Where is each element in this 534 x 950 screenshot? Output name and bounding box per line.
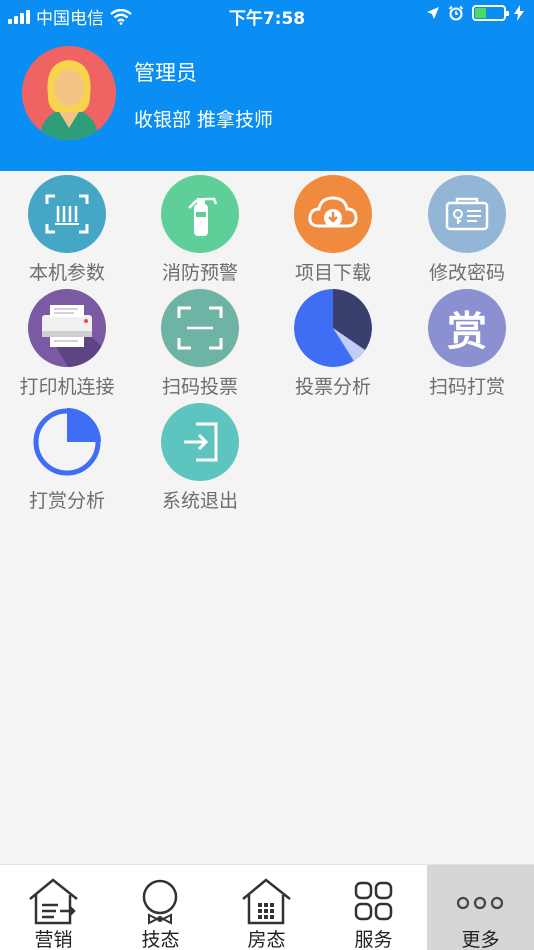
menu-item-label: 系统退出 (161, 490, 238, 512)
user-avatar-icon (22, 46, 116, 140)
menu-item-vote-analysis[interactable]: 投票分析 (266, 286, 400, 400)
menu-item-label: 打赏分析 (28, 490, 105, 512)
tab-label: 房态 (247, 929, 286, 950)
menu-item-label: 本机参数 (28, 262, 105, 284)
user-name: 管理员 (134, 61, 197, 85)
menu-item-label: 消防预警 (161, 262, 238, 284)
tab-label: 技态 (141, 929, 180, 950)
menu-item-label: 扫码投票 (161, 376, 238, 398)
menu-item-project-download[interactable]: 项目下载 (266, 172, 400, 286)
menu-item-device-params[interactable]: 本机参数 (0, 172, 134, 286)
status-bar: 中国电信 下午7:58 (0, 0, 534, 30)
tab-more[interactable]: 更多 (427, 865, 534, 950)
menu-item-system-exit[interactable]: 系统退出 (133, 400, 267, 514)
house-grid-icon (242, 878, 291, 925)
reward-glyph: 赏 (447, 309, 487, 355)
alarm-clock-icon (448, 5, 464, 21)
menu-item-fire-warning[interactable]: 消防预警 (133, 172, 267, 286)
charging-bolt-icon (514, 5, 524, 21)
tab-label: 营销 (34, 929, 73, 950)
menu-item-label: 打印机连接 (19, 376, 115, 398)
tab-marketing[interactable]: 营销 (0, 865, 107, 950)
battery-icon (472, 5, 509, 21)
scan-qr-icon (161, 289, 239, 367)
avatar[interactable] (22, 46, 116, 140)
house-list-icon (29, 878, 78, 925)
menu-item-label: 投票分析 (294, 376, 371, 398)
cloud-download-icon (294, 175, 372, 253)
location-arrow-icon (427, 7, 439, 19)
menu-item-change-password[interactable]: 修改密码 (400, 172, 534, 286)
tab-label: 服务 (354, 929, 393, 950)
status-right (426, 5, 524, 21)
menu-item-label: 修改密码 (428, 262, 505, 284)
bowtie-person-icon (142, 879, 178, 925)
scan-frame-icon (28, 175, 106, 253)
menu-item-scan-reward[interactable]: 赏 扫码打赏 (400, 286, 534, 400)
pie-chart-icon (294, 289, 372, 367)
tab-service[interactable]: 服务 (320, 865, 427, 950)
logout-icon (161, 403, 239, 481)
menu-item-scan-vote[interactable]: 扫码投票 (133, 286, 267, 400)
menu-item-reward-analysis[interactable]: 打赏分析 (0, 400, 134, 514)
more-dots-icon (456, 896, 504, 910)
progress-ring-icon (28, 403, 106, 481)
menu-item-label: 项目下载 (294, 262, 371, 284)
key-card-icon (428, 175, 506, 253)
tab-tech-status[interactable]: 技态 (107, 865, 214, 950)
profile-header: 管理员 收银部 推拿技师 (0, 30, 534, 171)
menu-item-label: 扫码打赏 (428, 376, 505, 398)
apps-grid-icon (354, 881, 393, 921)
tab-label: 更多 (461, 929, 500, 950)
tab-room-status[interactable]: 房态 (213, 865, 320, 950)
tab-bar: 营销 技态 房态 服务 更多 (0, 864, 534, 950)
menu-item-printer-connect[interactable]: 打印机连接 (0, 286, 134, 400)
reward-icon: 赏 (428, 289, 506, 367)
printer-icon (28, 289, 106, 367)
fire-extinguisher-icon (161, 175, 239, 253)
user-role: 收银部 推拿技师 (134, 109, 274, 131)
